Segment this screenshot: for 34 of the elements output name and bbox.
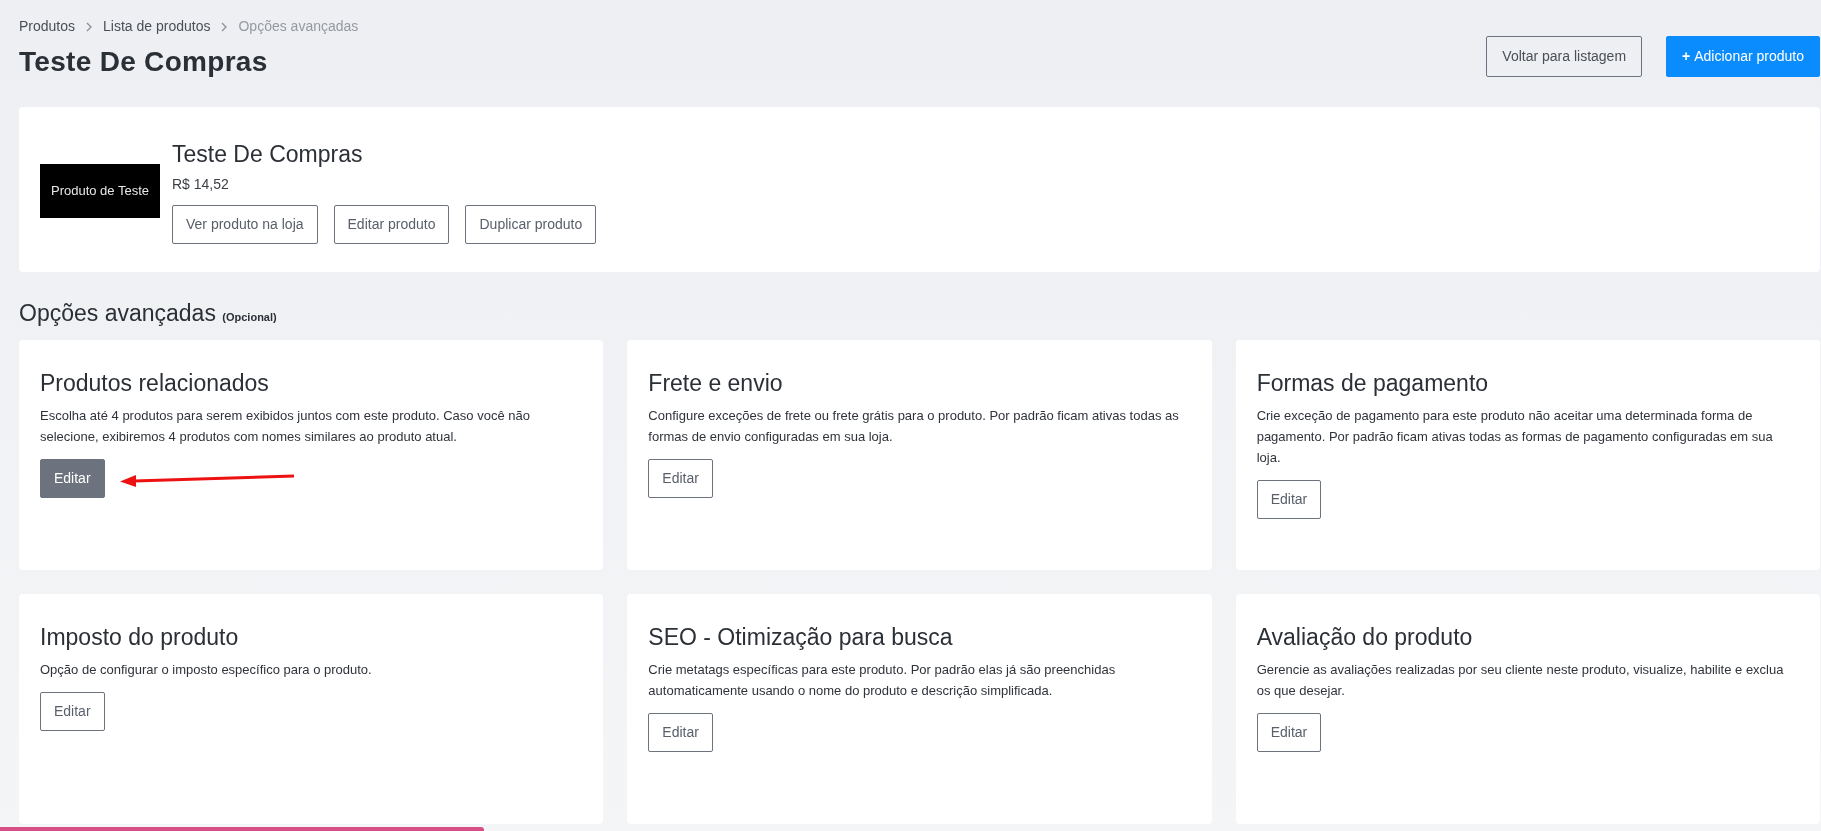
page-title: Teste De Compras (19, 45, 269, 79)
section-title: Opções avançadas (Opcional) (19, 300, 278, 328)
product-action-button[interactable]: Editar produto (333, 205, 450, 245)
edit-button[interactable]: Editar (648, 713, 713, 753)
edit-button[interactable]: Editar (1256, 713, 1322, 753)
chevron-icon (220, 21, 229, 32)
card-description: Gerencie as avaliações realizadas por seu cliente neste produto, visualize, habilite e exclua os que desejar. (1256, 661, 1785, 701)
card-title: SEO - Otimização para busca (648, 623, 954, 652)
image-caption: Produto de Teste (50, 181, 150, 200)
add-product-button[interactable]: + Adicionar produto (1666, 36, 1820, 77)
product-price: R$ 14,52 (172, 175, 230, 195)
back-button[interactable]: Voltar para listagem (1486, 36, 1643, 77)
edit-button[interactable]: Editar (40, 459, 105, 499)
breadcrumb-link[interactable]: Produtos (19, 16, 76, 37)
product-action-button[interactable]: Ver produto na loja (172, 205, 318, 245)
card-description: Opção de configurar o imposto específico para o produto. (40, 661, 373, 680)
optional-note: (Opcional) (222, 311, 277, 324)
card-title: Formas de pagamento (1256, 369, 1490, 398)
card-description: Crie metatags específicas para este produto. Por padrão elas já são preenchidas automaticamente usando o nome do produto e descrição simplificada. (648, 661, 1117, 701)
chevron-icon (85, 21, 94, 32)
product-name: Teste De Compras (172, 140, 364, 169)
card-title: Produtos relacionados (40, 369, 270, 398)
card-title: Frete e envio (648, 369, 784, 398)
breadcrumb-current: Opções avançadas (238, 17, 359, 36)
card-description: Configure exceções de frete ou frete grátis para o produto. Por padrão ficam ativas todas as formas de envio configuradas em sua loja. (648, 407, 1180, 447)
card-title: Imposto do produto (40, 623, 240, 652)
card-title: Avaliação do produto (1256, 623, 1474, 652)
edit-button[interactable]: Editar (40, 692, 105, 732)
card-description: Crie exceção de pagamento para este produto não aceitar uma determinada forma de pagamento. Por padrão ficam ativas todas as formas de pagamento configuradas em sua loja. (1256, 407, 1774, 468)
product-action-button[interactable]: Duplicar produto (465, 205, 597, 245)
edit-button[interactable]: Editar (648, 459, 713, 499)
breadcrumb-link[interactable]: Lista de produtos (103, 16, 211, 37)
edit-button[interactable]: Editar (1256, 480, 1322, 520)
card-description: Escolha até 4 produtos para serem exibidos juntos com este produto. Caso você não selecione, exibiremos 4 produtos com nomes similares ao produto atual. (40, 407, 531, 447)
